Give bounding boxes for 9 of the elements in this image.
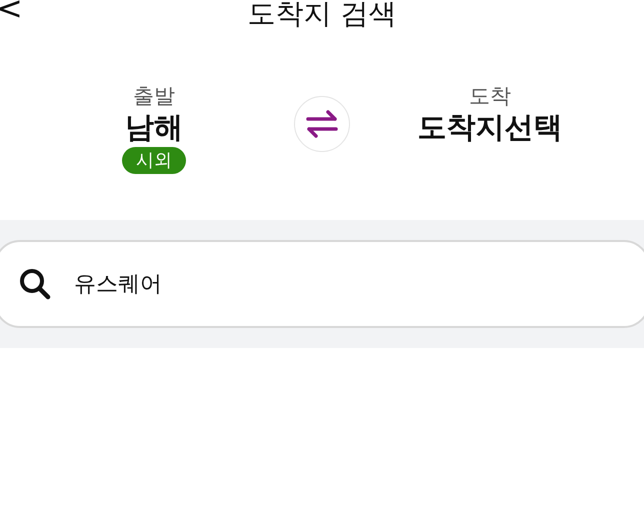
page-title: 도착지 검색 [248, 0, 396, 32]
search-field[interactable]: 유스퀘어 [0, 240, 644, 328]
departure-station[interactable]: 남해 [125, 109, 183, 147]
route-tag: 시외 [122, 146, 186, 174]
search-icon [18, 267, 52, 301]
arrival-station[interactable]: 도착지선택 [418, 109, 562, 147]
arrival-label: 도착 [469, 84, 511, 110]
swap-icon [304, 109, 340, 139]
departure-label: 출발 [133, 84, 175, 110]
